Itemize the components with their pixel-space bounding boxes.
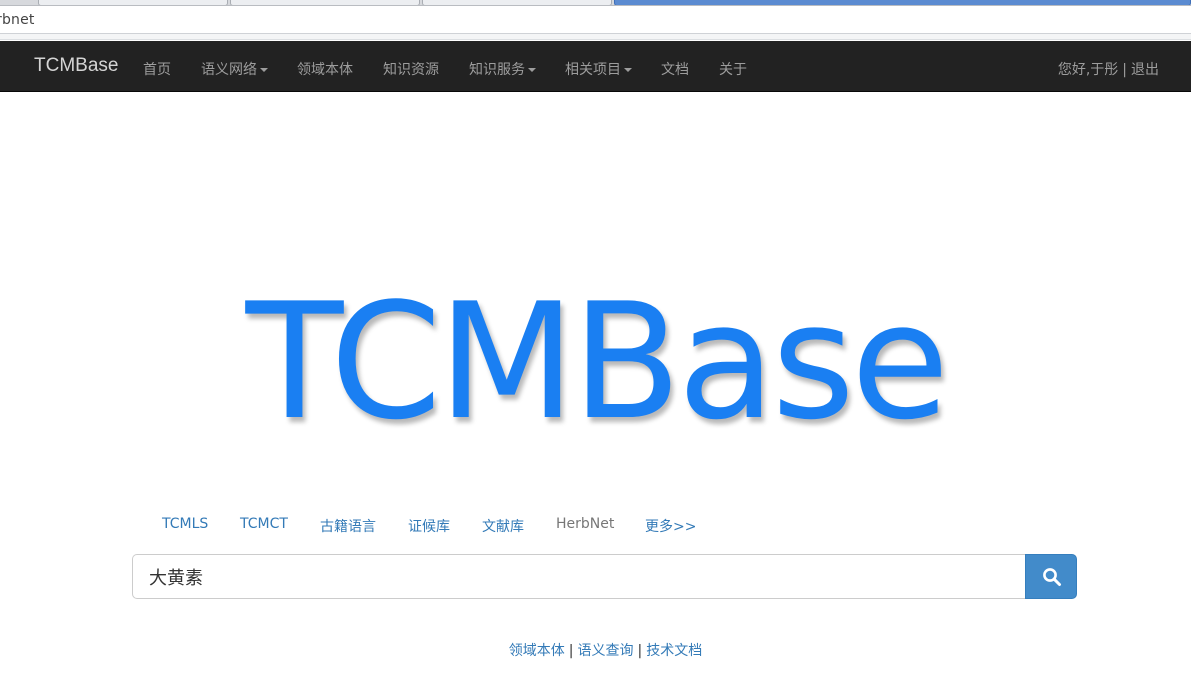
nav-item-semantic-network[interactable]: 语义网络 [201, 59, 268, 79]
nav-item-label: 领域本体 [297, 62, 353, 78]
nav-item-docs[interactable]: 文档 [661, 59, 689, 79]
navbar-brand[interactable]: TCMBase [34, 55, 118, 77]
search-button[interactable] [1025, 554, 1077, 599]
footer-link-semantic-query[interactable]: 语义查询 [578, 643, 634, 659]
nav-item-label: 知识资源 [383, 62, 439, 78]
nav-item-related-projects[interactable]: 相关项目 [565, 59, 632, 79]
site-logo: TCMBase [245, 268, 950, 455]
nav-item-home[interactable]: 首页 [143, 59, 171, 79]
source-link-literature-db[interactable]: 文献库 [482, 516, 524, 536]
search-input[interactable] [132, 554, 1026, 599]
nav-item-knowledge-resources[interactable]: 知识资源 [383, 59, 439, 79]
user-menu: 您好,于彤 | 退出 [1058, 59, 1159, 79]
browser-toolbar-divider [0, 34, 1191, 40]
caret-down-icon [528, 68, 536, 72]
footer-links: 领域本体 | 语义查询 | 技术文档 [0, 640, 1191, 660]
nav-item-label: 语义网络 [201, 62, 257, 78]
nav-item-domain-ontology[interactable]: 领域本体 [297, 59, 353, 79]
address-bar[interactable]: rbnet [0, 6, 1191, 34]
nav-item-label: 关于 [719, 62, 747, 78]
nav-item-label: 首页 [143, 62, 171, 78]
caret-down-icon [624, 68, 632, 72]
source-link-tcmls[interactable]: TCMLS [162, 516, 208, 532]
nav-item-knowledge-services[interactable]: 知识服务 [469, 59, 536, 79]
user-greeting[interactable]: 您好,于彤 [1058, 62, 1118, 78]
caret-down-icon [260, 68, 268, 72]
footer-link-domain-ontology[interactable]: 领域本体 [509, 643, 565, 659]
source-link-more[interactable]: 更多>> [645, 516, 696, 536]
footer-separator: | [637, 643, 643, 659]
footer-link-tech-docs[interactable]: 技术文档 [646, 643, 702, 659]
source-link-tcmct[interactable]: TCMCT [240, 516, 288, 532]
nav-item-label: 文档 [661, 62, 689, 78]
search-bar [132, 554, 1077, 599]
nav-item-about[interactable]: 关于 [719, 59, 747, 79]
logout-link[interactable]: 退出 [1131, 62, 1159, 78]
source-link-herbnet-active[interactable]: HerbNet [556, 516, 614, 532]
footer-separator: | [568, 643, 574, 659]
search-icon [1043, 568, 1061, 586]
top-navbar: TCMBase 首页 语义网络 领域本体 知识资源 知识服务 相关项目 文档 关… [0, 41, 1191, 92]
source-link-syndrome-db[interactable]: 证候库 [408, 516, 450, 536]
user-separator: | [1122, 62, 1127, 78]
nav-item-label: 相关项目 [565, 62, 621, 78]
source-link-ancient-language[interactable]: 古籍语言 [320, 516, 376, 536]
nav-item-label: 知识服务 [469, 62, 525, 78]
address-bar-url[interactable]: rbnet [0, 12, 35, 28]
